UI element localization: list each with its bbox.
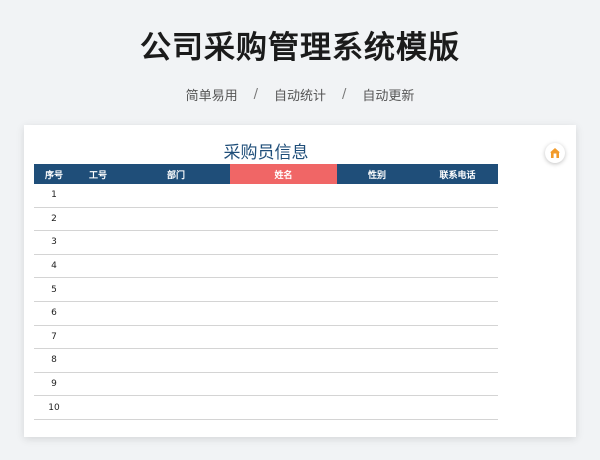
separator: / [253, 87, 258, 102]
table-cell[interactable] [417, 302, 498, 325]
table-cell[interactable] [230, 255, 337, 278]
table-cell[interactable] [230, 396, 337, 419]
table-cell[interactable] [417, 184, 498, 207]
table-cell[interactable] [230, 184, 337, 207]
table-cell[interactable] [417, 208, 498, 231]
table-cell[interactable] [417, 278, 498, 301]
table-cell[interactable] [122, 255, 230, 278]
buyer-table: 序号 工号 部门 姓名 性别 联系电话 1 2 3 4 5 6 7 8 9 10 [34, 164, 498, 420]
table-cell[interactable] [417, 231, 498, 254]
table-row: 5 [34, 278, 498, 302]
row-index-cell[interactable]: 6 [34, 302, 74, 325]
row-index-cell[interactable]: 2 [34, 208, 74, 231]
table-cell[interactable] [417, 255, 498, 278]
table-body: 1 2 3 4 5 6 7 8 9 10 [34, 184, 498, 420]
table-cell[interactable] [122, 184, 230, 207]
table-cell[interactable] [122, 373, 230, 396]
table-cell[interactable] [417, 373, 498, 396]
table-cell[interactable] [337, 184, 417, 207]
table-cell[interactable] [417, 326, 498, 349]
col-header-phone[interactable]: 联系电话 [417, 164, 498, 184]
table-cell[interactable] [337, 278, 417, 301]
table-cell[interactable] [230, 208, 337, 231]
table-cell[interactable] [337, 208, 417, 231]
table-row: 10 [34, 396, 498, 420]
col-header-department[interactable]: 部门 [122, 164, 230, 184]
table-cell[interactable] [74, 231, 122, 254]
table-header: 序号 工号 部门 姓名 性别 联系电话 [34, 164, 498, 184]
table-cell[interactable] [230, 373, 337, 396]
table-cell[interactable] [337, 396, 417, 419]
table-cell[interactable] [337, 349, 417, 372]
table-cell[interactable] [122, 302, 230, 325]
table-cell[interactable] [74, 208, 122, 231]
col-header-index[interactable]: 序号 [34, 164, 74, 184]
table-cell[interactable] [122, 349, 230, 372]
page-title: 公司采购管理系统模版 [140, 30, 460, 66]
sheet-title: 采购员信息 [223, 143, 309, 163]
table-cell[interactable] [337, 326, 417, 349]
table-cell[interactable] [337, 373, 417, 396]
table-cell[interactable] [337, 302, 417, 325]
table-cell[interactable] [417, 349, 498, 372]
row-index-cell[interactable]: 4 [34, 255, 74, 278]
feature-easy: 简单易用 [185, 89, 238, 104]
table-cell[interactable] [74, 373, 122, 396]
feature-list: 简单易用 / 自动统计 / 自动更新 [0, 85, 600, 104]
row-index-cell[interactable]: 7 [34, 326, 74, 349]
table-row: 2 [34, 208, 498, 232]
table-row: 7 [34, 326, 498, 350]
table-cell[interactable] [74, 396, 122, 419]
separator: / [342, 87, 347, 102]
table-cell[interactable] [230, 278, 337, 301]
table-cell[interactable] [230, 231, 337, 254]
table-cell[interactable] [74, 184, 122, 207]
home-button[interactable] [545, 143, 565, 163]
table-cell[interactable] [122, 278, 230, 301]
table-cell[interactable] [417, 396, 498, 419]
spreadsheet-card: 采购员信息 序号 工号 部门 姓名 性别 联系电话 1 2 3 4 5 6 7 8 9 10 [24, 125, 576, 437]
table-cell[interactable] [230, 326, 337, 349]
row-index-cell[interactable]: 9 [34, 373, 74, 396]
table-cell[interactable] [122, 326, 230, 349]
table-row: 6 [34, 302, 498, 326]
table-row: 1 [34, 184, 498, 208]
row-index-cell[interactable]: 10 [34, 396, 74, 419]
row-index-cell[interactable]: 8 [34, 349, 74, 372]
row-index-cell[interactable]: 3 [34, 231, 74, 254]
table-cell[interactable] [74, 349, 122, 372]
col-header-name[interactable]: 姓名 [230, 164, 337, 184]
row-index-cell[interactable]: 1 [34, 184, 74, 207]
home-icon [550, 148, 560, 158]
table-cell[interactable] [230, 302, 337, 325]
table-cell[interactable] [74, 302, 122, 325]
feature-auto-stats: 自动统计 [273, 89, 326, 104]
table-cell[interactable] [74, 326, 122, 349]
feature-auto-update: 自动更新 [362, 89, 415, 104]
table-cell[interactable] [337, 231, 417, 254]
row-index-cell[interactable]: 5 [34, 278, 74, 301]
table-cell[interactable] [74, 255, 122, 278]
table-cell[interactable] [122, 231, 230, 254]
table-cell[interactable] [122, 396, 230, 419]
col-header-gender[interactable]: 性别 [337, 164, 417, 184]
table-cell[interactable] [337, 255, 417, 278]
table-cell[interactable] [74, 278, 122, 301]
col-header-employee-id[interactable]: 工号 [74, 164, 122, 184]
table-cell[interactable] [230, 349, 337, 372]
table-row: 9 [34, 373, 498, 397]
table-cell[interactable] [122, 208, 230, 231]
table-row: 3 [34, 231, 498, 255]
table-row: 4 [34, 255, 498, 279]
table-row: 8 [34, 349, 498, 373]
